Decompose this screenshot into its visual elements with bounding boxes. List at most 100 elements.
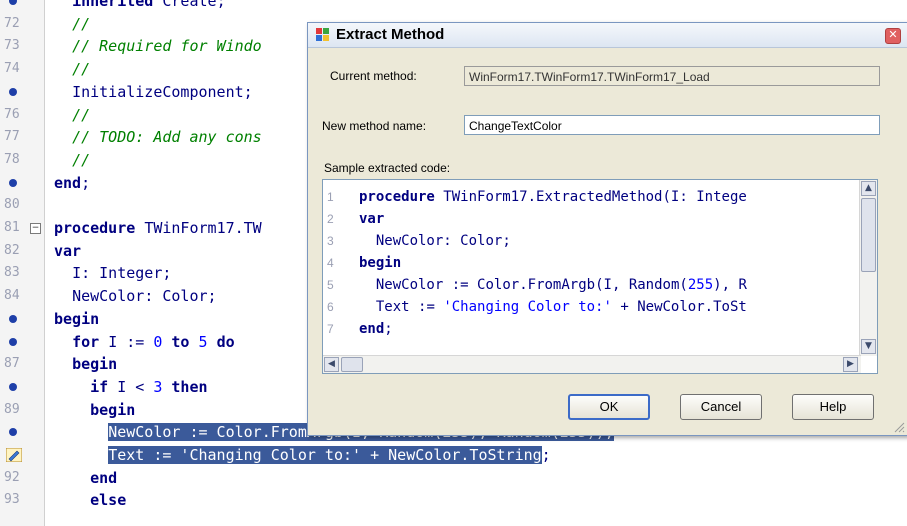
code-token: 1 — [510, 189, 520, 205]
new-method-name-input[interactable]: ChangeTextColor — [464, 115, 880, 135]
extract-method-dialog: Extract Method ✕ Current method: WinForm… — [307, 22, 907, 436]
sample-code-label: Sample extracted code: — [324, 161, 451, 175]
sample-code-text: NewColor := Color.FromArgb(I, Random(255… — [359, 274, 747, 296]
editor-line[interactable]: 92 end — [0, 467, 907, 489]
pencil-bookmark-icon[interactable] — [6, 448, 22, 462]
code-token: I — [72, 264, 82, 283]
code-comment: // — [72, 14, 91, 33]
code-keyword: procedure — [54, 219, 136, 237]
code-token: = — [135, 332, 145, 351]
code-string: 'Changing Color to:' — [443, 299, 612, 315]
code-keyword: if — [90, 377, 109, 396]
scroll-left-icon[interactable]: ◀ — [324, 357, 339, 372]
blue-dot-icon[interactable] — [9, 178, 17, 187]
sample-line-number: 7 — [327, 322, 334, 336]
code-comment: // — [72, 60, 91, 79]
code-keyword: begin — [54, 309, 100, 328]
resize-grip-icon[interactable] — [893, 421, 905, 433]
sample-code-line: 4 begin — [323, 252, 843, 274]
sample-code-text: procedure TWinForm17.ExtractedMethod(I: … — [359, 186, 747, 208]
vertical-scroll-thumb[interactable] — [861, 198, 876, 272]
code-token: ; — [207, 287, 217, 306]
sample-code-line: 2 var — [323, 208, 843, 230]
line-number: 73 — [4, 38, 20, 54]
sample-code-line: 1 procedure TWinForm17.ExtractedMethod(I:… — [323, 186, 843, 208]
close-icon[interactable]: ✕ — [885, 28, 901, 44]
help-button[interactable]: Help — [792, 394, 874, 420]
sample-line-number: 4 — [327, 256, 334, 270]
editor-line[interactable]: 93 else — [0, 489, 907, 511]
scroll-up-icon[interactable]: ▲ — [861, 181, 876, 196]
line-number: 81 — [4, 220, 20, 235]
code-token: I — [108, 332, 118, 351]
code-token: ; — [384, 321, 393, 337]
blue-dot-icon[interactable] — [9, 314, 17, 323]
dialog-titlebar[interactable]: Extract Method ✕ — [308, 23, 907, 48]
selected-code[interactable]: Text := 'Changing Color to:' + NewColor.… — [108, 446, 542, 464]
blue-dot-icon[interactable] — [9, 428, 17, 437]
line-number: 89 — [4, 401, 20, 417]
code-keyword: end — [54, 173, 82, 192]
code-token: . — [234, 219, 244, 237]
horizontal-scroll-thumb[interactable] — [341, 357, 363, 372]
code-comment: // — [72, 150, 91, 169]
code-token: ; — [216, 0, 226, 10]
line-number: 76 — [4, 106, 20, 122]
vertical-scrollbar[interactable]: ▲ ▼ — [859, 180, 877, 356]
editor-line[interactable]: inherited Create; — [0, 0, 907, 12]
editor-line[interactable]: Text := 'Changing Color to:' + NewColor.… — [0, 444, 907, 466]
code-token: Text — [375, 299, 410, 315]
blue-dot-icon[interactable] — [9, 0, 17, 5]
sample-code-text: begin — [359, 252, 401, 274]
code-text: end; — [54, 172, 90, 194]
line-number: 72 — [4, 15, 20, 31]
scroll-right-icon[interactable]: ▶ — [843, 357, 858, 372]
scroll-down-icon[interactable]: ▼ — [861, 339, 876, 354]
sample-code-viewer[interactable]: 1 procedure TWinForm17.ExtractedMethod(I:… — [322, 179, 878, 374]
code-text: if I < 3 then — [54, 376, 207, 398]
code-keyword: var — [54, 241, 82, 260]
blue-dot-icon[interactable] — [9, 337, 17, 346]
horizontal-scrollbar[interactable]: ◀ ▶ — [323, 355, 861, 373]
code-token: Integer — [99, 264, 163, 283]
code-token: InitializeComponent — [72, 82, 244, 101]
sample-code-line: 7 end; — [323, 318, 843, 340]
code-token: ExtractedMethod — [536, 189, 663, 205]
code-text: // — [54, 13, 90, 35]
code-text: for I := 0 to 5 do — [54, 331, 235, 353]
sample-code-text: NewColor: Color; — [359, 230, 511, 252]
sample-code-line: 5 NewColor := Color.FromArgb(I, Random(2… — [323, 274, 843, 296]
blue-dot-icon[interactable] — [9, 87, 17, 96]
line-number: 83 — [4, 265, 20, 281]
code-text: begin — [54, 399, 135, 421]
line-number: 80 — [4, 197, 20, 213]
code-text: InitializeComponent; — [54, 81, 253, 103]
code-token: : — [144, 287, 154, 306]
code-keyword: begin — [359, 255, 402, 271]
cancel-button[interactable]: Cancel — [680, 394, 762, 420]
code-keyword: inherited — [72, 0, 154, 10]
code-token: . — [519, 277, 528, 293]
ok-button[interactable]: OK — [568, 394, 650, 420]
sample-code-text: end; — [359, 318, 393, 340]
blue-dot-icon[interactable] — [9, 382, 17, 391]
code-token: ; — [243, 82, 253, 101]
code-number: 255 — [687, 277, 714, 293]
current-method-label: Current method: — [330, 69, 417, 83]
code-text: var — [54, 240, 81, 262]
collapse-icon[interactable]: − — [30, 223, 41, 234]
